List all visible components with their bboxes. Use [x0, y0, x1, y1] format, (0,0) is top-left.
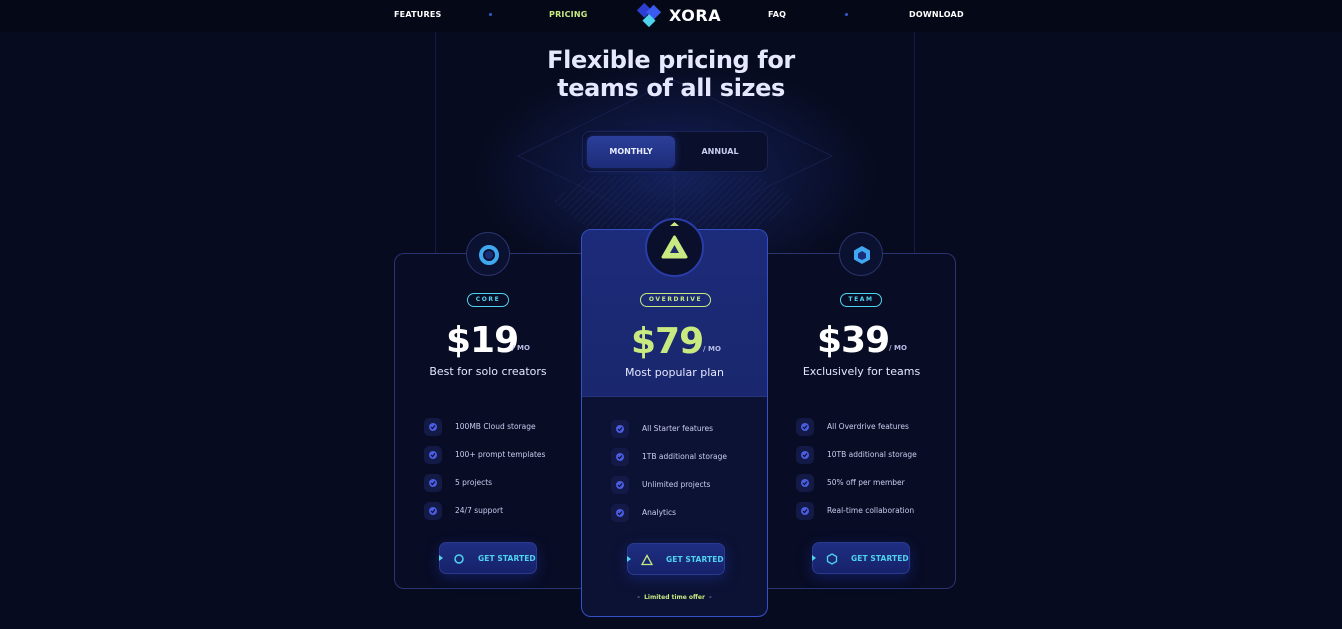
- monthly-toggle-button[interactable]: MONTHLY: [587, 136, 675, 168]
- feature-text: Analytics: [642, 508, 677, 517]
- team-period: / MO: [889, 344, 907, 352]
- overdrive-get-started-button[interactable]: GET STARTED: [627, 543, 725, 575]
- check-icon: [796, 418, 814, 436]
- overdrive-price: $79: [631, 321, 704, 362]
- team-badge: TEAM: [840, 293, 882, 307]
- check-icon: [424, 502, 442, 520]
- feature-text: 50% off per member: [827, 478, 905, 487]
- feature-text: 5 projects: [455, 478, 493, 487]
- check-icon: [424, 446, 442, 464]
- annual-toggle-button[interactable]: ANNUAL: [676, 136, 764, 168]
- circle-icon: [454, 554, 464, 564]
- feature-text: Unlimited projects: [642, 480, 711, 489]
- circle-ring-icon: [479, 245, 499, 265]
- button-marker: [627, 556, 631, 562]
- feature-text: 100+ prompt templates: [455, 450, 546, 459]
- pricing-card-overdrive: OVERDRIVE $79 / MO Most popular plan All…: [581, 229, 768, 617]
- button-label: GET STARTED: [851, 554, 909, 563]
- team-description: Exclusively for teams: [802, 365, 921, 378]
- page-title-line-1: Flexible pricing for: [547, 46, 795, 74]
- check-icon: [611, 504, 629, 522]
- triangle-icon: [661, 222, 688, 259]
- page-title-line-2: teams of all sizes: [557, 74, 785, 102]
- team-price: $39: [817, 320, 890, 361]
- button-label: GET STARTED: [478, 554, 536, 563]
- button-marker: [812, 555, 816, 561]
- feature-text: Real-time collaboration: [827, 506, 915, 515]
- check-icon: [611, 476, 629, 494]
- check-icon: [796, 446, 814, 464]
- core-period: / MO: [512, 344, 530, 352]
- overdrive-period: / MO: [703, 345, 721, 353]
- team-plan-icon-badge: [839, 232, 883, 276]
- feature-text: 1TB additional storage: [642, 452, 728, 461]
- feature-text: All Starter features: [642, 424, 714, 433]
- core-plan-icon-badge: [466, 232, 510, 276]
- feature-text: 24/7 support: [455, 506, 504, 515]
- core-badge: CORE: [467, 293, 509, 307]
- check-icon: [424, 474, 442, 492]
- check-icon: [611, 420, 629, 438]
- hexagon-icon: [854, 246, 870, 264]
- feature-text: 100MB Cloud storage: [455, 422, 536, 431]
- page-title: Flexible pricing for teams of all sizes: [471, 46, 871, 102]
- feature-text: 10TB additional storage: [827, 450, 917, 459]
- check-icon: [611, 448, 629, 466]
- limited-offer-note: - Limited time offer -: [637, 594, 712, 601]
- hexagon-outline-icon: [826, 553, 838, 565]
- team-get-started-button[interactable]: GET STARTED: [812, 542, 910, 574]
- triangle-outline-icon: [641, 554, 653, 566]
- button-label: GET STARTED: [666, 555, 724, 564]
- check-icon: [796, 474, 814, 492]
- billing-toggle: MONTHLY ANNUAL: [582, 131, 768, 172]
- core-get-started-button[interactable]: GET STARTED: [439, 542, 537, 574]
- core-description: Best for solo creators: [429, 365, 547, 378]
- feature-text: All Overdrive features: [827, 422, 909, 431]
- button-marker: [439, 555, 443, 561]
- divider: [582, 396, 767, 397]
- overdrive-description: Most popular plan: [625, 366, 724, 379]
- check-icon: [424, 418, 442, 436]
- overdrive-badge: OVERDRIVE: [640, 293, 711, 307]
- check-icon: [796, 502, 814, 520]
- core-price: $19: [446, 320, 519, 361]
- overdrive-plan-icon-badge: [645, 218, 704, 277]
- limited-offer-text: Limited time offer: [644, 594, 705, 601]
